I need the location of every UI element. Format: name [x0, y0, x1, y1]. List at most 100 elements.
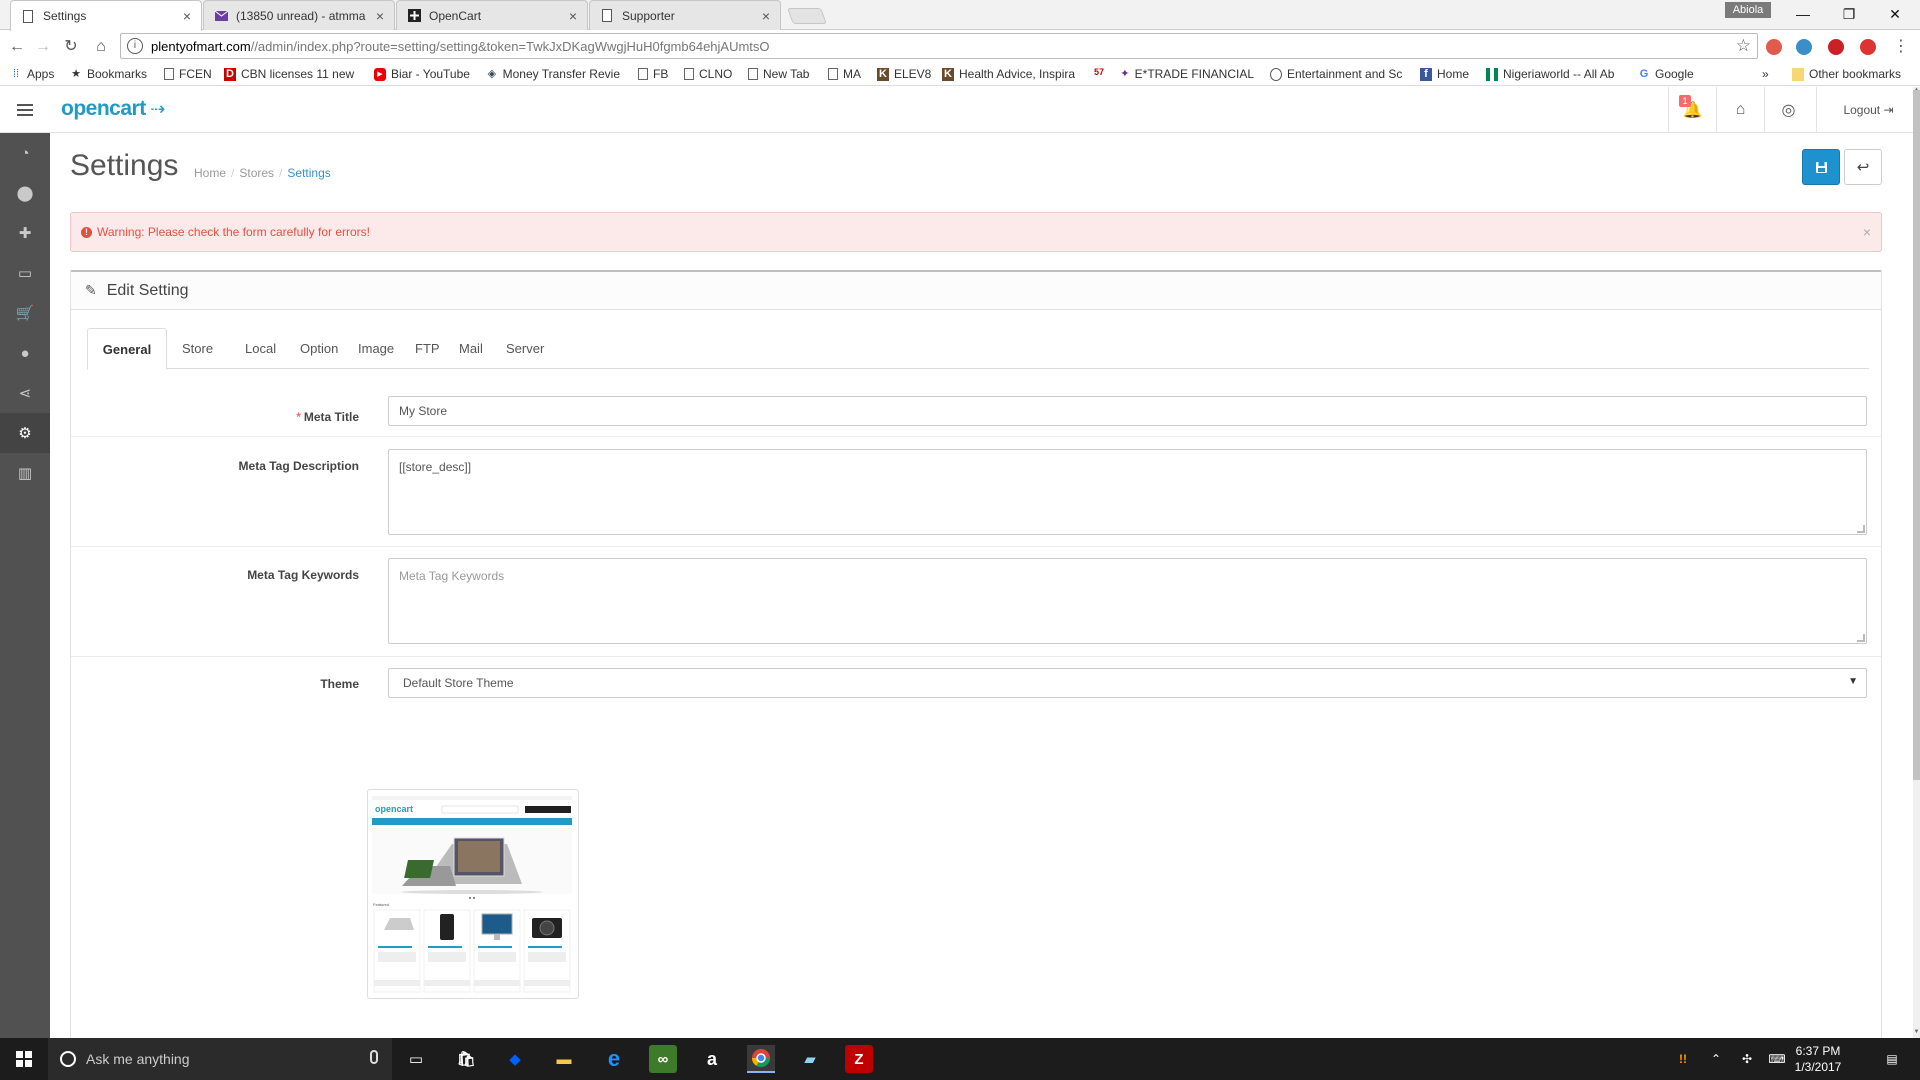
bookmark-home[interactable]: f Home	[1420, 67, 1482, 81]
close-icon[interactable]: ×	[569, 8, 577, 24]
resize-grip-icon[interactable]	[1857, 525, 1865, 533]
opencart-logo[interactable]: opencart ⇢	[61, 97, 165, 121]
logout-link[interactable]: Logout ⇥	[1816, 87, 1920, 133]
extension-icon[interactable]	[1860, 39, 1876, 55]
microphone-icon[interactable]	[370, 1050, 378, 1064]
network-icon[interactable]: ✣	[1734, 1038, 1760, 1080]
info-icon[interactable]: i	[127, 38, 143, 54]
browser-tab-opencart[interactable]: OpenCart ×	[396, 0, 588, 30]
theme-select[interactable]: Default Store Theme ▼	[388, 668, 1867, 698]
dropbox-icon[interactable]: ◆	[501, 1045, 529, 1073]
design-monitor-icon[interactable]: ▭	[0, 253, 50, 293]
forward-arrow-icon[interactable]: →	[32, 36, 54, 58]
sales-cart-icon[interactable]: 🛒	[0, 293, 50, 333]
breadcrumb-stores[interactable]: Stores	[239, 166, 274, 180]
cancel-button[interactable]: ↩	[1844, 149, 1882, 185]
tab-general[interactable]: General	[87, 328, 167, 370]
bookmark-star-icon[interactable]: ☆	[1736, 36, 1751, 56]
home-icon[interactable]: ⌂	[90, 36, 112, 58]
apps-icon: ⁞⁞	[12, 67, 20, 80]
notifications-button[interactable]: 1 🔔	[1668, 87, 1716, 133]
marketing-share-icon[interactable]: ⋖	[0, 373, 50, 413]
bookmark-entertainment[interactable]: Entertainment and Sc	[1270, 67, 1406, 81]
tab-mail[interactable]: Mail	[444, 328, 498, 369]
bookmark-google[interactable]: G Google	[1638, 67, 1702, 81]
meta-keywords-textarea[interactable]: Meta Tag Keywords	[388, 558, 1867, 644]
close-icon[interactable]: ×	[183, 8, 191, 24]
bookmark-ma[interactable]: MA	[828, 67, 870, 81]
windows-start-button[interactable]	[0, 1038, 48, 1080]
tab-server[interactable]: Server	[491, 328, 559, 369]
menu-toggle-icon[interactable]	[0, 87, 50, 133]
tab-store[interactable]: Store	[167, 328, 228, 369]
chrome-menu-icon[interactable]: ⋮	[1890, 36, 1912, 58]
browser-tab-mail[interactable]: (13850 unread) - atmma ×	[203, 0, 395, 30]
dashboard-icon[interactable]: ◔	[0, 133, 50, 173]
address-bar[interactable]: i plentyofmart.com//admin/index.php?rout…	[120, 33, 1758, 59]
form-group-theme: Theme Default Store Theme ▼	[71, 656, 1881, 1038]
other-bookmarks[interactable]: Other bookmarks	[1792, 67, 1912, 81]
bookmark-fb[interactable]: FB	[638, 67, 676, 81]
store-home-button[interactable]: ⌂	[1716, 87, 1764, 133]
chevron-up-icon[interactable]: ⌃	[1704, 1038, 1728, 1080]
edge-browser-icon[interactable]: e	[600, 1045, 628, 1073]
tripadvisor-icon[interactable]: ∞	[649, 1045, 677, 1073]
bookmark-elev8[interactable]: K ELEV8	[877, 67, 935, 81]
extensions-puzzle-icon[interactable]: ✚	[0, 213, 50, 253]
restore-icon[interactable]: ❐	[1826, 0, 1872, 28]
chrome-icon[interactable]	[747, 1045, 775, 1073]
bookmarks-overflow-chevron[interactable]: »	[1762, 67, 1776, 81]
tray-app-icon[interactable]: !!	[1668, 1038, 1698, 1080]
reload-icon[interactable]: ↻	[60, 36, 82, 58]
bookmark-new-tab[interactable]: New Tab	[748, 67, 816, 81]
catalog-tags-icon[interactable]: ⬤	[0, 173, 50, 213]
bookmark-bookmarks[interactable]: ★ Bookmarks	[70, 67, 158, 81]
error-alert: ! Warning: Please check the form careful…	[70, 212, 1882, 252]
bookmark-nigeriaworld[interactable]: Nigeriaworld -- All Ab	[1486, 67, 1624, 81]
pinterest-icon[interactable]	[1828, 39, 1844, 55]
task-view-icon[interactable]: ▭	[402, 1045, 430, 1073]
close-icon[interactable]: ×	[762, 8, 770, 24]
system-gear-icon[interactable]: ⚙	[0, 413, 50, 453]
file-explorer-icon[interactable]: ▬	[550, 1045, 578, 1073]
close-icon[interactable]: ×	[376, 8, 384, 24]
profile-button[interactable]: Abiola	[1725, 2, 1771, 18]
bookmark-clno[interactable]: CLNO	[684, 67, 740, 81]
page-scrollbar-thumb[interactable]	[1913, 90, 1920, 780]
action-center-icon[interactable]: ▤	[1872, 1038, 1912, 1080]
cortana-search-box[interactable]: Ask me anything	[48, 1038, 392, 1080]
bookmark-etrade[interactable]: ✦ E*TRADE FINANCIAL	[1120, 67, 1254, 81]
new-tab-button[interactable]	[787, 8, 827, 24]
bookmark-cbn[interactable]: D CBN licenses 11 new	[224, 67, 356, 81]
browser-tab-supporter[interactable]: Supporter ×	[589, 0, 781, 30]
amazon-icon[interactable]: a	[698, 1045, 726, 1073]
system-clock[interactable]: 6:37 PM 1/3/2017	[1783, 1043, 1853, 1075]
meta-description-textarea[interactable]: [[store_desc]]	[388, 449, 1867, 535]
store-bag-icon[interactable]: 🛍	[452, 1045, 480, 1073]
minimize-icon[interactable]: —	[1780, 0, 1826, 28]
bookmark-fcen[interactable]: FCEN	[164, 67, 216, 81]
browser-tab-settings[interactable]: Settings ×	[10, 0, 202, 31]
close-icon[interactable]: ×	[1863, 224, 1871, 240]
breadcrumb-settings[interactable]: Settings	[287, 166, 330, 180]
extension-icon[interactable]	[1796, 39, 1812, 55]
reports-chart-icon[interactable]: ▥	[0, 453, 50, 493]
bookmark-health-advice[interactable]: K Health Advice, Inspira	[942, 67, 1078, 81]
bookmark-apps[interactable]: ⁞⁞ Apps	[10, 67, 62, 81]
extension-icon[interactable]	[1766, 39, 1782, 55]
back-arrow-icon[interactable]: ←	[6, 36, 28, 58]
close-window-icon[interactable]: ✕	[1872, 0, 1918, 28]
bookmark-money-transfer[interactable]: ◈ Money Transfer Revie	[486, 67, 620, 81]
help-button[interactable]: ◎	[1764, 87, 1812, 133]
bookmark-youtube[interactable]: ▶ Biar - YouTube	[374, 67, 474, 81]
filezilla-icon[interactable]: Z	[845, 1045, 873, 1073]
customers-user-icon[interactable]: ●	[0, 333, 50, 373]
meta-title-input[interactable]: My Store	[388, 396, 1867, 426]
scroll-down-icon[interactable]: ▼	[1913, 1029, 1920, 1037]
resize-grip-icon[interactable]	[1857, 634, 1865, 642]
tab-local[interactable]: Local	[230, 328, 291, 369]
breadcrumb-home[interactable]: Home	[194, 166, 226, 180]
bookmark-57[interactable]: 57	[1094, 67, 1114, 77]
notepad-icon[interactable]: ▰	[796, 1045, 824, 1073]
save-button[interactable]	[1802, 149, 1840, 185]
